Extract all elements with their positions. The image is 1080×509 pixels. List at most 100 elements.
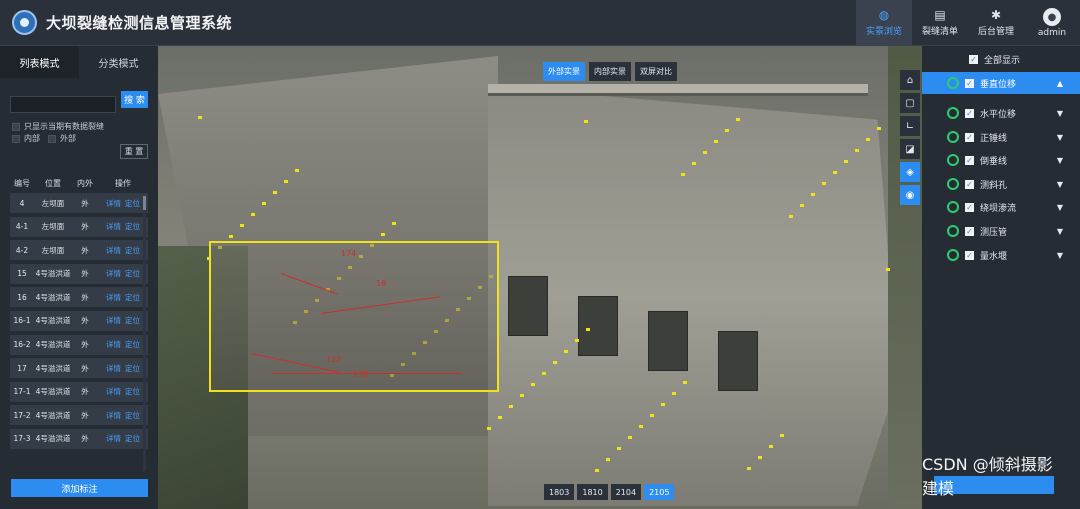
locate-link[interactable]: 定位 (125, 340, 140, 349)
checkbox-checked[interactable]: ✓ (965, 132, 974, 142)
detail-link[interactable]: 详情 (106, 364, 121, 373)
marker-icon[interactable] (381, 233, 385, 236)
layer-item[interactable]: ✓ 测压管 ▼ (922, 220, 1080, 242)
marker-icon[interactable] (284, 180, 288, 183)
checkbox-checked[interactable]: ✓ (965, 108, 974, 118)
detail-link[interactable]: 详情 (106, 411, 121, 420)
layers-icon[interactable]: ◈ (900, 162, 920, 182)
marker-icon[interactable] (628, 436, 632, 439)
chevron-down-icon[interactable]: ▼ (1057, 203, 1063, 212)
chevron-up-icon[interactable]: ▲ (1057, 79, 1063, 88)
model-viewport[interactable]: 174 18 112 178 外部实景 内部实景 双屏对比 ⌂ ▢ ∟ ◪ ◈ … (158, 46, 922, 509)
locate-link[interactable]: 定位 (125, 293, 140, 302)
add-annotation-button[interactable]: 添加标注 (11, 479, 148, 497)
tab-internal-view[interactable]: 内部实景 (589, 62, 631, 81)
layer-item[interactable]: ✓ 绕坝渗流 ▼ (922, 196, 1080, 218)
period-tab[interactable]: 1810 (577, 484, 608, 500)
search-input[interactable] (10, 95, 116, 113)
nav-item-admin-panel[interactable]: ✱ 后台管理 (968, 0, 1024, 46)
layer-item[interactable]: ✓ 倒垂线 ▼ (922, 149, 1080, 171)
table-row[interactable]: 17 4号溢洪道外详情 定位 (10, 358, 148, 379)
detail-link[interactable]: 详情 (106, 293, 121, 302)
marker-icon[interactable] (520, 394, 524, 397)
marker-icon[interactable] (542, 372, 546, 375)
outer-checkbox[interactable] (48, 134, 56, 143)
detail-link[interactable]: 详情 (106, 316, 121, 325)
marker-icon[interactable] (262, 202, 266, 205)
marker-icon[interactable] (714, 140, 718, 143)
table-row[interactable]: 4-1 左坝面外详情 定位 (10, 216, 148, 237)
chevron-down-icon[interactable]: ▼ (1057, 109, 1063, 118)
locate-link[interactable]: 定位 (125, 246, 140, 255)
marker-icon[interactable] (229, 235, 233, 238)
checkbox-checked[interactable]: ✓ (965, 179, 974, 189)
marker-icon[interactable] (487, 427, 491, 430)
marker-icon[interactable] (780, 434, 784, 437)
table-row[interactable]: 16-2 4号溢洪道外详情 定位 (10, 334, 148, 355)
marker-icon[interactable] (672, 392, 676, 395)
angle-icon[interactable]: ∟ (900, 116, 920, 136)
checkbox-checked[interactable]: ✓ (965, 250, 974, 260)
tab-list-mode[interactable]: 列表模式 (0, 46, 79, 78)
detail-link[interactable]: 详情 (106, 387, 121, 396)
marker-icon[interactable] (844, 160, 848, 163)
detail-link[interactable]: 详情 (106, 340, 121, 349)
marker-icon[interactable] (758, 456, 762, 459)
marker-icon[interactable] (747, 467, 751, 470)
detail-link[interactable]: 详情 (106, 222, 121, 231)
marker-icon[interactable] (692, 162, 696, 165)
marker-icon[interactable] (509, 405, 513, 408)
inner-checkbox[interactable] (12, 134, 20, 143)
locate-link[interactable]: 定位 (125, 434, 140, 443)
marker-icon[interactable] (606, 458, 610, 461)
marker-icon[interactable] (498, 416, 502, 419)
home-icon[interactable]: ⌂ (900, 70, 920, 90)
marker-icon[interactable] (703, 151, 707, 154)
marker-icon[interactable] (586, 328, 590, 331)
marker-icon[interactable] (198, 116, 202, 119)
locate-link[interactable]: 定位 (125, 316, 140, 325)
search-button[interactable]: 搜 索 (121, 91, 148, 108)
table-row[interactable]: 16-1 4号溢洪道外详情 定位 (10, 310, 148, 331)
table-row[interactable]: 4 左坝面外详情 定位 (10, 193, 148, 213)
checkbox-checked[interactable]: ✓ (965, 155, 974, 165)
table-row[interactable]: 17-1 4号溢洪道外详情 定位 (10, 381, 148, 402)
chevron-down-icon[interactable]: ▼ (1057, 251, 1063, 260)
chevron-down-icon[interactable]: ▼ (1057, 227, 1063, 236)
marker-icon[interactable] (855, 149, 859, 152)
layer-item[interactable]: ✓ 量水堰 ▼ (922, 244, 1080, 266)
marker-icon[interactable] (575, 339, 579, 342)
marker-icon[interactable] (661, 403, 665, 406)
marker-icon[interactable] (877, 127, 881, 130)
locate-link[interactable]: 定位 (125, 387, 140, 396)
table-row[interactable]: 16 4号溢洪道外详情 定位 (10, 287, 148, 308)
locate-link[interactable]: 定位 (125, 269, 140, 278)
marker-icon[interactable] (769, 445, 773, 448)
tab-dual-compare[interactable]: 双屏对比 (635, 62, 677, 81)
chevron-down-icon[interactable]: ▼ (1057, 133, 1063, 142)
marker-icon[interactable] (886, 268, 890, 271)
scrollbar-thumb[interactable] (143, 196, 146, 210)
checkbox-checked[interactable]: ✓ (965, 202, 974, 212)
layer-item[interactable]: ✓ 测斜孔 ▼ (922, 173, 1080, 195)
marker-icon[interactable] (595, 469, 599, 472)
crack-zoom-box[interactable]: 174 18 112 178 (209, 241, 499, 392)
table-row[interactable]: 4-2 左坝面外详情 定位 (10, 240, 148, 261)
marker-icon[interactable] (531, 383, 535, 386)
period-tab[interactable]: 2104 (610, 484, 642, 500)
detail-link[interactable]: 详情 (106, 199, 121, 208)
chevron-down-icon[interactable]: ▼ (1057, 156, 1063, 165)
checkbox-checked[interactable]: ✓ (965, 78, 974, 88)
reset-button[interactable]: 重 置 (120, 144, 148, 159)
chevron-down-icon[interactable]: ▼ (1057, 180, 1063, 189)
detail-link[interactable]: 详情 (106, 434, 121, 443)
marker-icon[interactable] (650, 414, 654, 417)
marker-icon[interactable] (295, 169, 299, 172)
locate-link[interactable]: 定位 (125, 199, 140, 208)
tab-external-view[interactable]: 外部实景 (543, 62, 585, 81)
table-row[interactable]: 15 4号溢洪道外详情 定位 (10, 263, 148, 284)
table-row[interactable]: 17-3 4号溢洪道外详情 定位 (10, 428, 148, 449)
marker-icon[interactable] (392, 222, 396, 225)
locate-link[interactable]: 定位 (125, 222, 140, 231)
table-row[interactable]: 17-2 4号溢洪道外详情 定位 (10, 405, 148, 426)
